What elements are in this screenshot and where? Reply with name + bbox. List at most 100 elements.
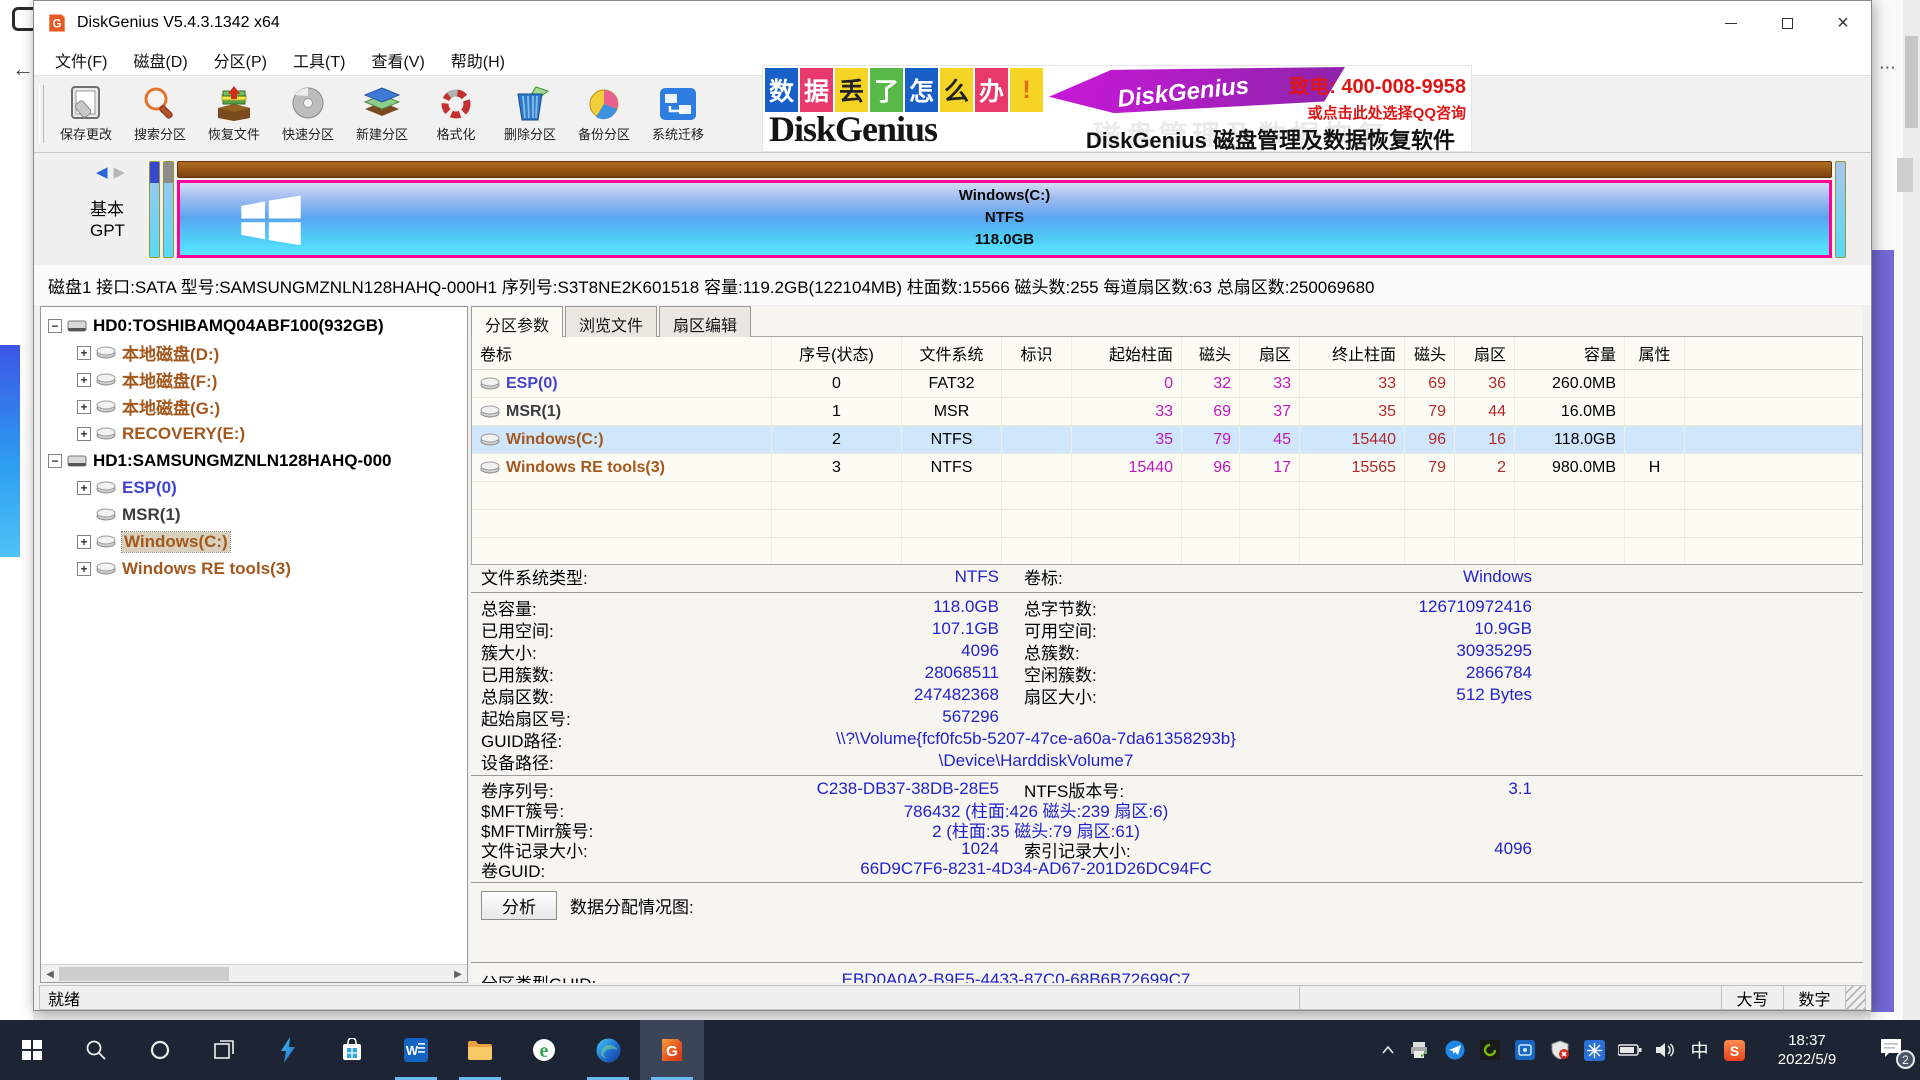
app-edge[interactable]	[576, 1020, 640, 1080]
next-disk-arrow-icon[interactable]: ▶	[114, 163, 126, 181]
analyze-button[interactable]: 分析	[481, 891, 557, 920]
taskbar-search-button[interactable]	[64, 1020, 128, 1080]
background-scrollbar[interactable]	[1903, 0, 1920, 1020]
tray-sogou[interactable]: S	[1717, 1020, 1752, 1080]
tray-nvidia[interactable]	[1472, 1020, 1507, 1080]
tree-item-recovery-e-[interactable]: +RECOVERY(E:)	[41, 420, 467, 447]
expand-icon[interactable]: +	[77, 400, 91, 414]
collapse-icon[interactable]: −	[48, 319, 62, 333]
expand-icon[interactable]: +	[77, 535, 91, 549]
tree-item-hd0-toshibamq04abf100-932gb-[interactable]: −HD0:TOSHIBAMQ04ABF100(932GB)	[41, 312, 467, 339]
tree-item--g-[interactable]: +本地磁盘(G:)	[41, 393, 467, 420]
column-header-9[interactable]: 扇区	[1455, 337, 1515, 369]
column-header-3[interactable]: 标识	[1002, 337, 1072, 369]
delete-partition-button[interactable]: 删除分区	[493, 78, 567, 150]
tray-expand-button[interactable]	[1374, 1020, 1402, 1080]
table-row[interactable]: Windows(C:)2NTFS357945154409616118.0GB	[472, 426, 1862, 454]
banner-contact[interactable]: 致电: 400-008-9958 或点击此处选择QQ咨询	[1289, 70, 1466, 123]
app-browser-360[interactable]: e	[512, 1020, 576, 1080]
tray-volume[interactable]	[1647, 1020, 1682, 1080]
tree-item-esp-0-[interactable]: +ESP(0)	[41, 474, 467, 501]
tab-1[interactable]: 浏览文件	[565, 306, 657, 337]
promo-banner[interactable]: 磁盘管理及数据恢复 数据丢了怎么办! DiskGenius DiskGenius…	[762, 65, 1472, 152]
backup-partition-button[interactable]: 备份分区	[567, 78, 641, 150]
tree-scrollbar-thumb[interactable]	[59, 967, 229, 981]
app-lightning[interactable]	[256, 1020, 320, 1080]
menu-item-0[interactable]: 文件(F)	[42, 44, 120, 76]
app-ms-store[interactable]	[320, 1020, 384, 1080]
partition-bar-msr[interactable]	[163, 161, 174, 258]
tree-item--f-[interactable]: +本地磁盘(F:)	[41, 366, 467, 393]
prev-disk-arrow-icon[interactable]: ◀	[96, 163, 108, 181]
menu-item-3[interactable]: 工具(T)	[280, 44, 358, 76]
tab-0[interactable]: 分区参数	[471, 306, 563, 337]
tray-battery[interactable]	[1612, 1020, 1647, 1080]
scroll-left-icon[interactable]: ◀	[41, 966, 59, 982]
column-header-5[interactable]: 磁头	[1182, 337, 1240, 369]
background-scrollbar-thumb[interactable]	[1905, 36, 1918, 128]
close-button[interactable]: ×	[1815, 1, 1871, 45]
partition-type-guid-value: EBD0A0A2-B9E5-4433-87C0-68B6B72699C7	[681, 970, 1351, 983]
tree-item-windows-re-tools-3-[interactable]: +Windows RE tools(3)	[41, 555, 467, 582]
expand-icon[interactable]: +	[77, 346, 91, 360]
banner-qq-link[interactable]: 或点击此处选择QQ咨询	[1289, 102, 1466, 123]
tray-snowflake-app[interactable]	[1577, 1020, 1612, 1080]
menu-item-1[interactable]: 磁盘(D)	[120, 44, 200, 76]
column-header-10[interactable]: 容量	[1515, 337, 1625, 369]
column-header-6[interactable]: 扇区	[1240, 337, 1300, 369]
partition-bar-windows-c[interactable]: Windows(C:) NTFS 118.0GB	[177, 180, 1832, 258]
table-row[interactable]: ESP(0)0FAT3203233336936260.0MB	[472, 370, 1862, 398]
maximize-button[interactable]	[1759, 1, 1815, 45]
partition-bar-esp[interactable]	[149, 161, 160, 258]
menu-item-4[interactable]: 查看(V)	[358, 44, 437, 76]
task-view-button[interactable]	[192, 1020, 256, 1080]
new-partition-button[interactable]: 新建分区	[345, 78, 419, 150]
column-header-2[interactable]: 文件系统	[902, 337, 1002, 369]
system-migration-button[interactable]: 系统迁移	[641, 78, 715, 150]
column-header-8[interactable]: 磁头	[1405, 337, 1455, 369]
expand-icon[interactable]: +	[77, 373, 91, 387]
format-button[interactable]: 格式化	[419, 78, 493, 150]
table-row[interactable]: Windows RE tools(3)3NTFS1544096171556579…	[472, 454, 1862, 482]
tray-bird-app[interactable]	[1437, 1020, 1472, 1080]
app-file-explorer[interactable]	[448, 1020, 512, 1080]
tree-horizontal-scrollbar[interactable]: ◀ ▶	[41, 964, 467, 982]
tray-defender[interactable]	[1542, 1020, 1577, 1080]
partition-bar-re-tools[interactable]	[1835, 161, 1846, 258]
menu-item-2[interactable]: 分区(P)	[201, 44, 280, 76]
tray-intel-graphics[interactable]	[1507, 1020, 1542, 1080]
table-row[interactable]: MSR(1)1MSR33693735794416.0MB	[472, 398, 1862, 426]
column-header-4[interactable]: 起始柱面	[1072, 337, 1182, 369]
expand-icon[interactable]: +	[77, 481, 91, 495]
cortana-button[interactable]	[128, 1020, 192, 1080]
recover-files-button[interactable]: 恢复文件	[197, 78, 271, 150]
tray-ime[interactable]: 中	[1682, 1020, 1717, 1080]
toolbar-grip[interactable]	[39, 85, 44, 143]
start-button[interactable]	[0, 1020, 64, 1080]
save-changes-button[interactable]: 保存更改	[49, 78, 123, 150]
resize-grip[interactable]	[1845, 986, 1865, 1009]
column-header-7[interactable]: 终止柱面	[1300, 337, 1405, 369]
column-header-11[interactable]: 属性	[1625, 337, 1685, 369]
tree-item-hd1-samsungmznln128hahq-000[interactable]: −HD1:SAMSUNGMZNLN128HAHQ-000	[41, 447, 467, 474]
taskbar-clock[interactable]: 18:37 2022/5/9	[1752, 1031, 1862, 1069]
expand-icon[interactable]: +	[77, 562, 91, 576]
search-partition-button[interactable]: 搜索分区	[123, 78, 197, 150]
menu-item-5[interactable]: 帮助(H)	[438, 44, 518, 76]
app-word[interactable]: W	[384, 1020, 448, 1080]
tree-item--d-[interactable]: +本地磁盘(D:)	[41, 339, 467, 366]
column-header-1[interactable]: 序号(状态)	[772, 337, 902, 369]
cell-empty	[1405, 482, 1455, 509]
quick-partition-button[interactable]: 快速分区	[271, 78, 345, 150]
column-header-0[interactable]: 卷标	[472, 337, 772, 369]
collapse-icon[interactable]: −	[48, 454, 62, 468]
app-diskgenius[interactable]: G	[640, 1020, 704, 1080]
tab-2[interactable]: 扇区编辑	[659, 306, 751, 337]
scroll-right-icon[interactable]: ▶	[449, 966, 467, 982]
tree-item-msr-1-[interactable]: +MSR(1)	[41, 501, 467, 528]
tree-item-windows-c-[interactable]: +Windows(C:)	[41, 528, 467, 555]
expand-icon[interactable]: +	[77, 427, 91, 441]
minimize-button[interactable]	[1703, 1, 1759, 45]
notification-center-button[interactable]: 2	[1862, 1020, 1920, 1080]
tray-printer[interactable]: ✓	[1402, 1020, 1437, 1080]
